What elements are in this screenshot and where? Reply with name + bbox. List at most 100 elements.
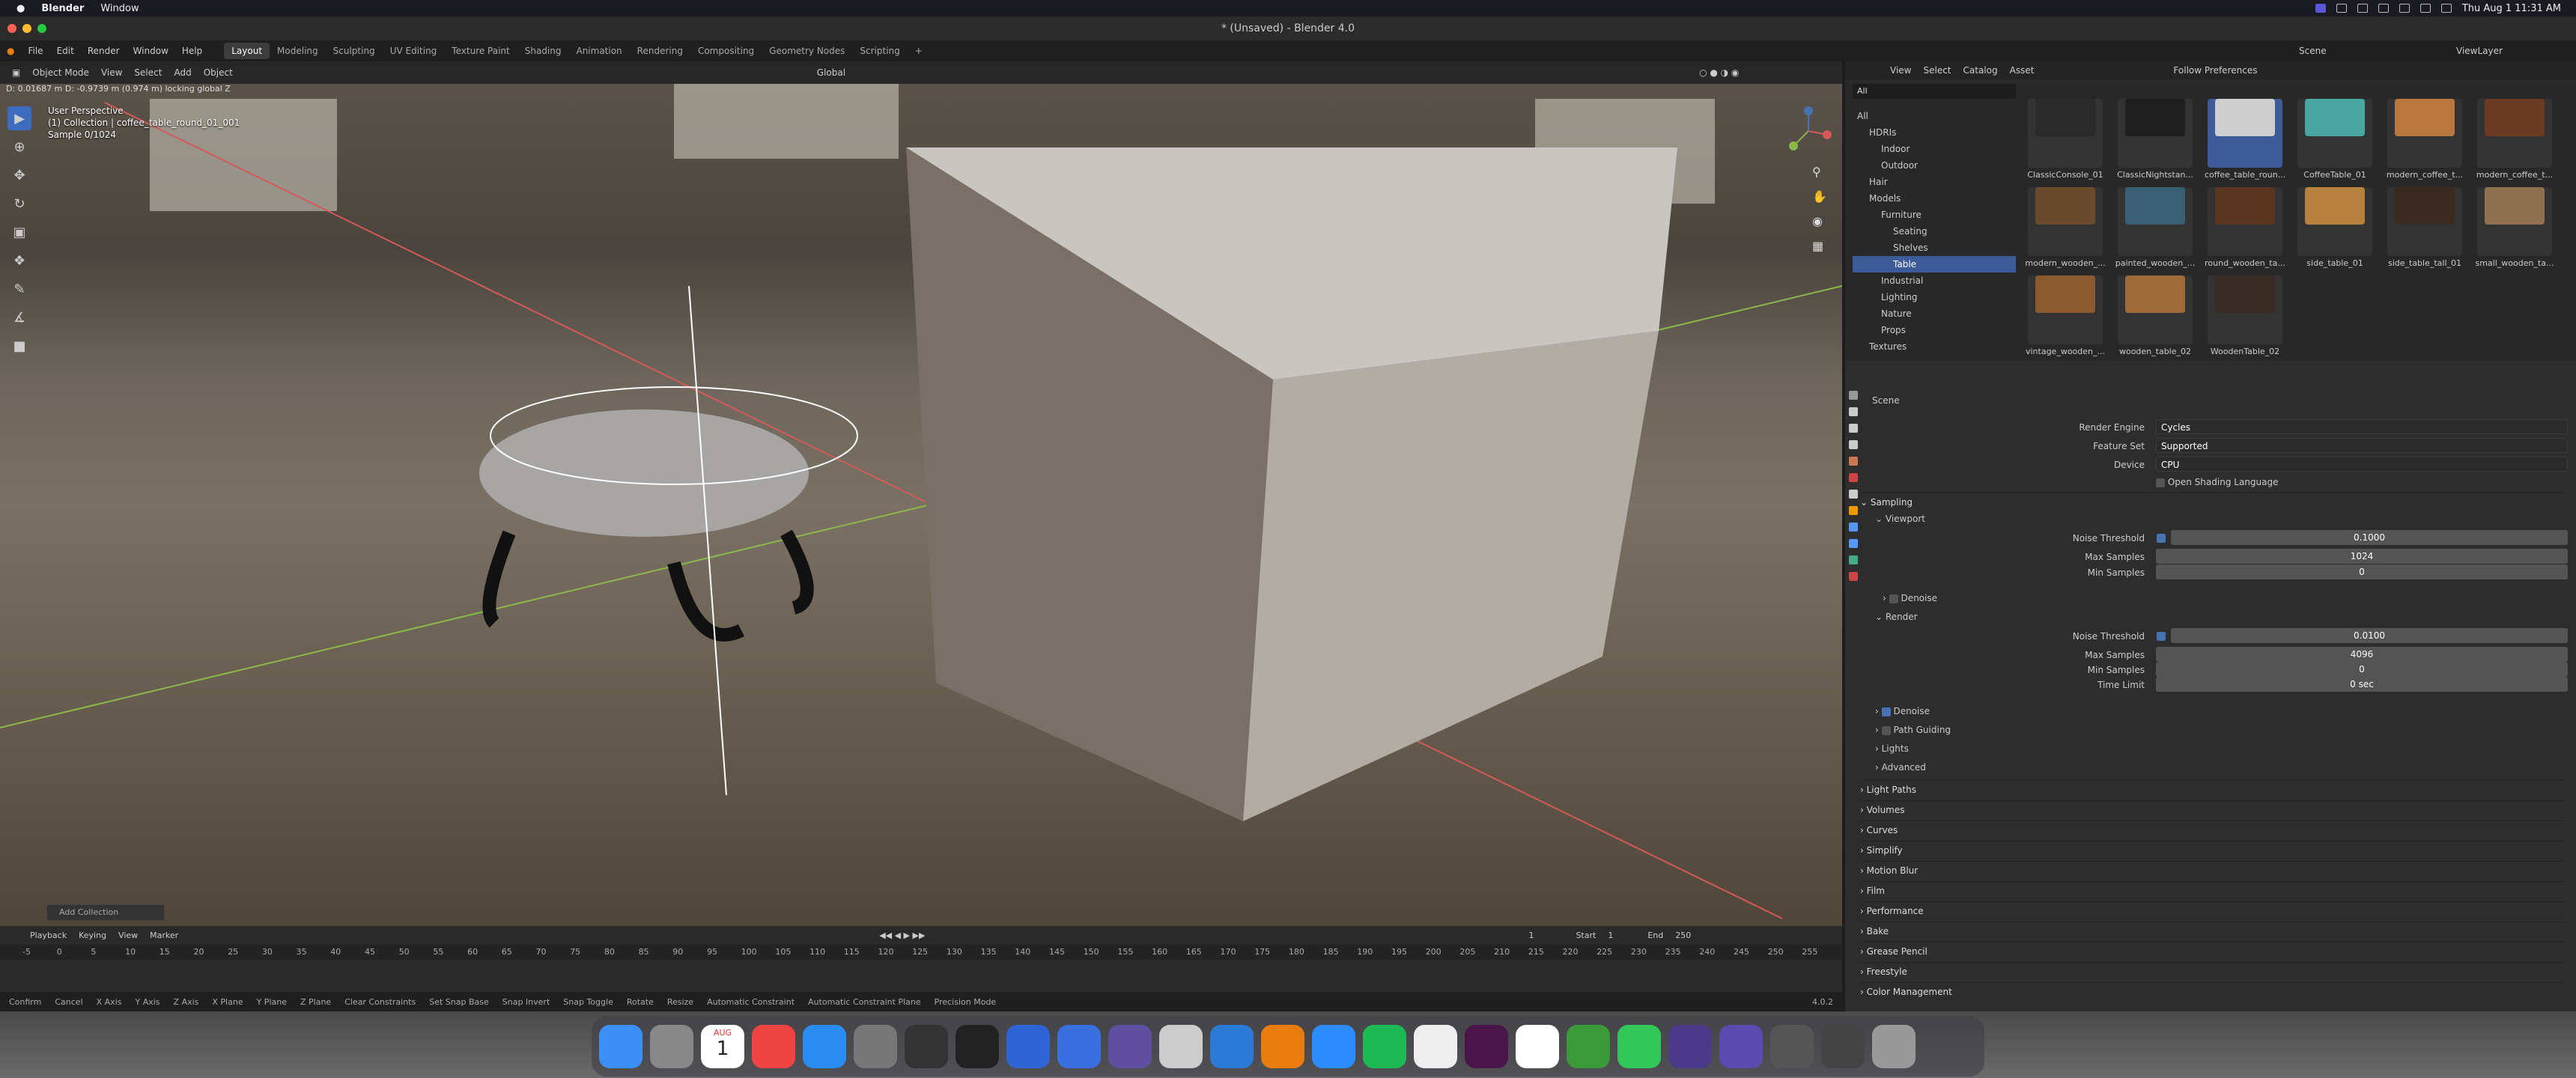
add-menu[interactable]: Add: [174, 67, 191, 78]
section-header[interactable]: › Bake: [1860, 922, 2564, 940]
timeline-ruler[interactable]: -5 0 5 10 15 20 25 30 35 40 45 50 55 60 65 70 75 80 85 90 95…: [0, 944, 1842, 960]
feature-set-select[interactable]: Supported: [2156, 438, 2568, 453]
asset-thumbnail[interactable]: round_wooden_ta...: [2205, 172, 2285, 268]
screen-icon[interactable]: [2315, 4, 2326, 13]
section-header[interactable]: › Film: [1860, 881, 2564, 899]
tab-geometry-nodes[interactable]: Geometry Nodes: [762, 43, 852, 59]
catalog-item[interactable]: Nature: [1853, 305, 2016, 322]
dock-app-icon[interactable]: [1414, 1025, 1457, 1068]
camera-icon[interactable]: ◉: [1812, 214, 1827, 228]
dock-app-icon[interactable]: AUG 1: [701, 1025, 744, 1068]
viewport-subpanel[interactable]: ⌄ Viewport: [1875, 511, 1925, 527]
osl-checkbox[interactable]: [2156, 478, 2165, 487]
close-button[interactable]: [7, 24, 16, 33]
shading-buttons[interactable]: ○ ● ◑ ◉: [1699, 67, 1739, 78]
asset-thumbnail[interactable]: CoffeeTable_01: [2294, 84, 2375, 180]
dock-app-icon[interactable]: [1821, 1025, 1865, 1068]
editor-type-icon[interactable]: ▣: [12, 67, 20, 78]
catalog-item[interactable]: Shelves: [1853, 240, 2016, 256]
render-max-field[interactable]: 4096: [2156, 647, 2568, 662]
scene-selector[interactable]: Scene: [2299, 46, 2327, 56]
clock[interactable]: Thu Aug 1 11:31 AM: [2462, 3, 2561, 14]
current-frame[interactable]: 1: [1528, 931, 1534, 940]
start-frame[interactable]: 1: [1608, 931, 1613, 940]
world-tab-icon[interactable]: [1849, 473, 1858, 482]
timeline-keying[interactable]: Keying: [79, 931, 106, 940]
section-header[interactable]: › Freestyle: [1860, 962, 2564, 980]
annotate-icon[interactable]: ✎: [7, 277, 31, 301]
grid-icon[interactable]: ▦: [1812, 239, 1827, 253]
dock-app-icon[interactable]: [905, 1025, 948, 1068]
section-header[interactable]: › Grease Pencil: [1860, 942, 2564, 960]
tab-shading[interactable]: Shading: [517, 43, 569, 59]
dock-app-icon[interactable]: [854, 1025, 897, 1068]
asset-thumbnail[interactable]: WoodenTable_02: [2205, 261, 2285, 356]
mode-dropdown[interactable]: Object Mode: [32, 67, 89, 78]
timeline-view[interactable]: View: [118, 931, 138, 940]
subpanel-advanced[interactable]: › Advanced: [1875, 759, 1926, 776]
asset-thumbnail[interactable]: small_wooden_ta...: [2474, 172, 2555, 268]
viewport-denoise-checkbox[interactable]: [1889, 594, 1898, 603]
catalog-item[interactable]: Furniture: [1853, 207, 2016, 223]
timeline-marker[interactable]: Marker: [150, 931, 178, 940]
section-header[interactable]: › Performance: [1860, 901, 2564, 919]
dock-app-icon[interactable]: [956, 1025, 999, 1068]
menu-render[interactable]: Render: [88, 46, 120, 56]
measure-icon[interactable]: ∡: [7, 305, 31, 329]
rotate-icon[interactable]: ↻: [7, 192, 31, 216]
section-header[interactable]: › Simplify: [1860, 841, 2564, 859]
catalog-item[interactable]: Indoor: [1853, 141, 2016, 157]
tab-uv-editing[interactable]: UV Editing: [383, 43, 445, 59]
select-box-icon[interactable]: ▶: [7, 106, 31, 130]
render-noise-checkbox[interactable]: [2157, 632, 2166, 641]
asset-thumbnail[interactable]: ClassicConsole_01: [2025, 84, 2106, 180]
render-engine-select[interactable]: Cycles: [2156, 419, 2568, 434]
section-header[interactable]: › Volumes: [1860, 800, 2564, 818]
timeline-playback[interactable]: Playback: [30, 931, 67, 940]
catalog-item[interactable]: Hair: [1853, 174, 2016, 190]
tab-animation[interactable]: Animation: [568, 43, 629, 59]
tab-layout[interactable]: Layout: [224, 43, 270, 59]
dock-app-icon[interactable]: [1312, 1025, 1355, 1068]
asset-thumbnail[interactable]: modern_wooden_...: [2025, 172, 2106, 268]
battery-icon[interactable]: [2399, 4, 2410, 13]
object-menu[interactable]: Object: [204, 67, 233, 78]
view-menu[interactable]: View: [101, 67, 122, 78]
viewport-denoise-row[interactable]: › Denoise: [1883, 590, 1937, 606]
window-menu[interactable]: Window: [100, 3, 139, 14]
time-limit-field[interactable]: 0 sec: [2156, 677, 2568, 692]
catalog-item[interactable]: Lighting: [1853, 289, 2016, 305]
asset-thumbnail[interactable]: wooden_table_02: [2115, 261, 2196, 356]
tab-modeling[interactable]: Modeling: [270, 43, 326, 59]
menu-file[interactable]: File: [28, 46, 43, 56]
transform-orientation[interactable]: Global: [817, 67, 845, 78]
catalog-item[interactable]: Outdoor: [1853, 157, 2016, 174]
zoom-icon[interactable]: ⚲: [1812, 165, 1827, 179]
device-select[interactable]: CPU: [2156, 457, 2568, 472]
dock-app-icon[interactable]: [752, 1025, 795, 1068]
section-header[interactable]: › Curves: [1860, 820, 2564, 838]
render-tab-icon[interactable]: [1849, 407, 1858, 416]
navigation-gizmo[interactable]: [1782, 105, 1835, 157]
dock-app-icon[interactable]: [1363, 1025, 1406, 1068]
tool-tab-icon[interactable]: [1849, 391, 1858, 400]
subpanel-lights[interactable]: › Lights: [1875, 740, 1909, 757]
denoise-checkbox[interactable]: [1881, 707, 1891, 716]
dock-app-icon[interactable]: [1057, 1025, 1101, 1068]
add-collection-button[interactable]: Add Collection: [46, 904, 165, 921]
dock-app-icon[interactable]: [1770, 1025, 1814, 1068]
add-workspace-icon[interactable]: +: [908, 43, 930, 59]
asset-menu-select[interactable]: Select: [1923, 65, 1951, 76]
catalog-item[interactable]: Models: [1853, 190, 2016, 207]
tab-sculpting[interactable]: Sculpting: [326, 43, 383, 59]
end-frame[interactable]: 250: [1675, 931, 1691, 940]
viewport-noise-checkbox[interactable]: [2157, 534, 2166, 543]
dock-app-icon[interactable]: [599, 1025, 643, 1068]
asset-menu-view[interactable]: View: [1890, 65, 1911, 76]
asset-thumbnail[interactable]: ClassicNightstan...: [2115, 84, 2196, 180]
menu-window[interactable]: Window: [133, 46, 168, 56]
playback-controls[interactable]: ◀◀ ◀ ▶ ▶▶: [879, 931, 925, 940]
tab-scripting[interactable]: Scripting: [852, 43, 907, 59]
select-menu[interactable]: Select: [134, 67, 162, 78]
app-menu[interactable]: Blender: [41, 3, 84, 14]
